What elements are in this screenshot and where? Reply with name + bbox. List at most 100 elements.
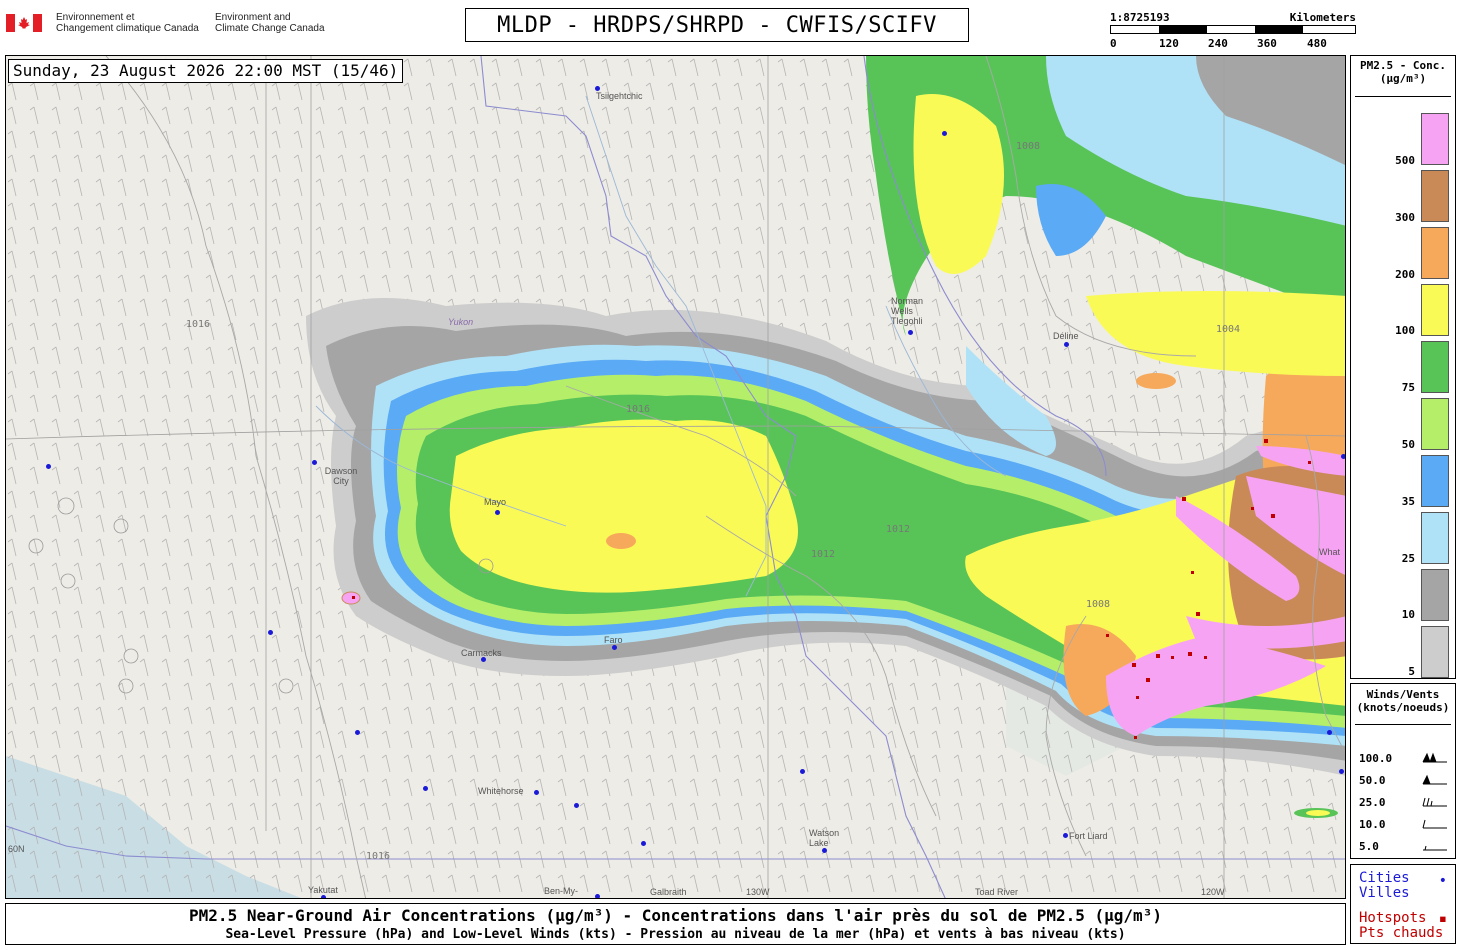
legend-swatch-200 bbox=[1421, 227, 1449, 279]
wind-speed-label: 100.0 bbox=[1359, 752, 1393, 765]
city-marker[interactable] bbox=[312, 460, 317, 465]
legend-label: 500 bbox=[1395, 154, 1415, 167]
wind-barb-100-icon bbox=[1422, 752, 1447, 763]
city-marker[interactable] bbox=[595, 894, 600, 898]
city-marker[interactable] bbox=[612, 645, 617, 650]
caption-line-1: PM2.5 Near-Ground Air Concentrations (µg… bbox=[189, 906, 1162, 925]
caption-line-2: Sea-Level Pressure (hPa) and Low-Level W… bbox=[225, 927, 1126, 942]
place-label: Norman Wells Tlegohli bbox=[891, 296, 924, 326]
place-label: Fort Liard bbox=[1069, 831, 1108, 841]
city-marker[interactable] bbox=[423, 786, 428, 791]
scale-tick: 0 bbox=[1110, 37, 1117, 50]
city-marker[interactable] bbox=[574, 803, 579, 808]
isobar-label: 1012 bbox=[811, 549, 836, 560]
scale-tick: 480 bbox=[1307, 37, 1327, 50]
wind-speed-label: 25.0 bbox=[1359, 796, 1386, 809]
cities-label: Cities Villes bbox=[1359, 870, 1410, 901]
legend-title: PM2.5 - Conc. (µg/m³) bbox=[1359, 59, 1447, 85]
legend-swatch-25 bbox=[1421, 512, 1449, 564]
wind-barb-10-icon bbox=[1422, 819, 1447, 829]
scale-bar: 1:8725193 Kilometers 0 120 240 360 480 bbox=[1110, 11, 1360, 51]
city-marker[interactable] bbox=[800, 769, 805, 774]
legend-swatch-10 bbox=[1421, 569, 1449, 621]
isobar-label: 1016 bbox=[626, 404, 651, 415]
legend-label: 35 bbox=[1401, 495, 1415, 508]
wind-speed-label: 10.0 bbox=[1359, 818, 1386, 831]
points-legend: Cities Villes • Hotspots Pts chauds ▪ bbox=[1350, 864, 1456, 944]
scale-tick: 240 bbox=[1208, 37, 1228, 50]
place-label: Mayo bbox=[484, 497, 507, 507]
place-label: What bbox=[1319, 547, 1341, 557]
place-label: Yakutat bbox=[308, 885, 338, 895]
map-caption: PM2.5 Near-Ground Air Concentrations (µg… bbox=[5, 903, 1346, 945]
city-marker[interactable] bbox=[1063, 833, 1068, 838]
map-layers bbox=[6, 56, 1345, 898]
legend-label: 300 bbox=[1395, 211, 1415, 224]
city-marker[interactable] bbox=[1064, 342, 1069, 347]
wind-barb-5-icon bbox=[1423, 845, 1447, 851]
city-marker[interactable] bbox=[481, 657, 486, 662]
city-marker[interactable] bbox=[495, 510, 500, 515]
scale-unit: Kilometers bbox=[1289, 11, 1356, 24]
place-label: Faro bbox=[604, 635, 623, 645]
place-label: Watson Lake bbox=[809, 828, 840, 848]
place-label: Whitehorse bbox=[478, 786, 524, 796]
wind-speed-label: 50.0 bbox=[1359, 774, 1386, 787]
legend-label: 25 bbox=[1401, 552, 1415, 565]
city-marker[interactable] bbox=[534, 790, 539, 795]
forecast-timestamp: Sunday, 23 August 2026 22:00 MST (15/46) bbox=[8, 59, 404, 83]
hotspots-label: Hotspots Pts chauds bbox=[1359, 910, 1444, 941]
city-marker[interactable] bbox=[1341, 454, 1345, 459]
isobar-label: 1012 bbox=[886, 524, 911, 535]
canada-flag-icon bbox=[6, 14, 42, 32]
city-marker[interactable] bbox=[1339, 769, 1344, 774]
region-label: Yukon bbox=[448, 317, 474, 327]
city-marker[interactable] bbox=[822, 848, 827, 853]
city-marker[interactable] bbox=[268, 630, 273, 635]
legend-swatch-75 bbox=[1421, 341, 1449, 393]
city-marker[interactable] bbox=[1327, 730, 1332, 735]
place-label: Déline bbox=[1053, 331, 1079, 341]
city-marker[interactable] bbox=[641, 841, 646, 846]
city-marker[interactable] bbox=[355, 730, 360, 735]
legend-label: 10 bbox=[1401, 608, 1415, 621]
isobar-label: 1008 bbox=[1086, 599, 1111, 610]
legend-label: 5 bbox=[1408, 665, 1415, 678]
place-label: Dawson City bbox=[324, 466, 358, 486]
legend-swatch-300 bbox=[1421, 170, 1449, 222]
wind-speed-label: 5.0 bbox=[1359, 840, 1379, 853]
isobar-label: 1004 bbox=[1216, 324, 1241, 335]
scale-ratio: 1:8725193 bbox=[1110, 11, 1170, 24]
pm25-legend: PM2.5 - Conc. (µg/m³) 500 300 200 100 75 … bbox=[1350, 55, 1456, 679]
parallel-label: 60N bbox=[8, 844, 25, 854]
place-label: Ben-My- bbox=[544, 886, 579, 896]
legend-swatch-5 bbox=[1421, 626, 1449, 678]
legend-label: 75 bbox=[1401, 381, 1415, 394]
place-label: Galbraith bbox=[650, 887, 687, 897]
city-marker[interactable] bbox=[908, 330, 913, 335]
wind-barb-50-icon bbox=[1422, 774, 1447, 785]
place-label: Tsiigehtchic bbox=[596, 91, 643, 101]
legend-label: 50 bbox=[1401, 438, 1415, 451]
city-dot-icon: • bbox=[1438, 873, 1447, 889]
city-marker[interactable] bbox=[595, 86, 600, 91]
legend-label: 100 bbox=[1395, 324, 1415, 337]
wind-barb-25-icon bbox=[1422, 797, 1447, 807]
map-canvas[interactable]: Tsiigehtchic Dawson City Mayo Carmacks F… bbox=[5, 55, 1346, 899]
agency-name-fr: Environnement et Changement climatique Ca… bbox=[56, 12, 199, 34]
agency-logo: Environnement et Changement climatique Ca… bbox=[6, 12, 346, 40]
legend-label: 200 bbox=[1395, 268, 1415, 281]
wind-legend: Winds/Vents (knots/noeuds) 100.0 50.0 25.… bbox=[1350, 683, 1456, 859]
legend-swatch-500 bbox=[1421, 113, 1449, 165]
wind-legend-title: Winds/Vents (knots/noeuds) bbox=[1356, 688, 1450, 714]
scale-tick: 120 bbox=[1159, 37, 1179, 50]
city-marker[interactable] bbox=[942, 131, 947, 136]
legend-swatch-100 bbox=[1421, 284, 1449, 336]
isobar-label: 1008 bbox=[1016, 141, 1041, 152]
scale-tick: 360 bbox=[1257, 37, 1277, 50]
city-marker[interactable] bbox=[321, 895, 326, 898]
hotspot-square-icon: ▪ bbox=[1438, 911, 1447, 927]
meridian-label: 130W bbox=[746, 887, 770, 897]
agency-name-en: Environment and Climate Change Canada bbox=[215, 12, 325, 34]
city-marker[interactable] bbox=[46, 464, 51, 469]
